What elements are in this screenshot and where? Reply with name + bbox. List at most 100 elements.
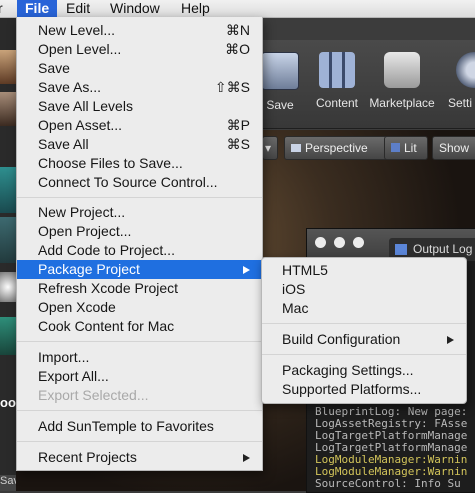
window-zoom-dot[interactable] bbox=[353, 237, 364, 248]
settings-toolbar-label: Setti bbox=[448, 96, 473, 110]
menu-item-open-project[interactable]: Open Project... bbox=[17, 222, 262, 241]
menu-item-label: Save bbox=[38, 60, 70, 76]
save-toolbar-button[interactable]: Save bbox=[260, 52, 300, 124]
submenu-item-packaging-settings[interactable]: Packaging Settings... bbox=[262, 361, 466, 380]
menu-item-shortcut: ⌘S bbox=[226, 136, 250, 152]
menu-separator bbox=[17, 341, 262, 342]
submenu-item-build-configuration[interactable]: Build Configuration bbox=[262, 330, 466, 349]
menubar-item-window[interactable]: Window bbox=[102, 0, 168, 17]
window-close-dot[interactable] bbox=[315, 237, 326, 248]
menu-item-open-level[interactable]: Open Level... ⌘O bbox=[17, 40, 262, 59]
menubar-item-file[interactable]: File bbox=[17, 0, 58, 17]
marketplace-toolbar-button[interactable]: Marketplace bbox=[366, 52, 438, 124]
menu-item-label: Save All Levels bbox=[38, 98, 133, 114]
menu-item-label: Import... bbox=[38, 349, 90, 365]
menu-item-connect-source-control[interactable]: Connect To Source Control... bbox=[17, 173, 262, 192]
menu-item-label: Add SunTemple to Favorites bbox=[38, 418, 214, 434]
menu-separator bbox=[17, 410, 262, 411]
menu-item-save[interactable]: Save bbox=[17, 59, 262, 78]
menu-item-label: Save As... bbox=[38, 79, 102, 95]
perspective-icon bbox=[291, 144, 301, 152]
menubar-item-help[interactable]: Help bbox=[173, 0, 218, 17]
menu-item-save-as[interactable]: Save As... ⇧⌘S bbox=[17, 78, 262, 97]
menu-item-label: Refresh Xcode Project bbox=[38, 280, 179, 296]
menu-item-save-all[interactable]: Save All ⌘S bbox=[17, 135, 262, 154]
lit-label: Lit bbox=[404, 141, 417, 155]
left-panel-strip: oon Sav bbox=[0, 17, 16, 491]
submenu-item-html5[interactable]: HTML5 bbox=[262, 261, 466, 280]
submenu-arrow-icon bbox=[447, 336, 454, 344]
submenu-item-label: Supported Platforms... bbox=[282, 381, 422, 397]
menu-separator bbox=[262, 354, 466, 355]
left-panel-thumb-2[interactable] bbox=[0, 92, 16, 126]
viewport-options-dropdown[interactable]: ▾ bbox=[262, 136, 278, 160]
gear-icon bbox=[456, 52, 475, 88]
menu-item-add-code[interactable]: Add Code to Project... bbox=[17, 241, 262, 260]
menu-item-import[interactable]: Import... bbox=[17, 348, 262, 367]
menu-item-label: Open Xcode bbox=[38, 299, 116, 315]
submenu-item-ios[interactable]: iOS bbox=[262, 280, 466, 299]
show-button[interactable]: Show bbox=[432, 136, 475, 160]
menu-separator bbox=[17, 441, 262, 442]
menu-item-new-project[interactable]: New Project... bbox=[17, 203, 262, 222]
left-panel-thumb-4[interactable] bbox=[0, 217, 16, 263]
menu-item-label: Connect To Source Control... bbox=[38, 174, 218, 190]
menu-separator bbox=[262, 323, 466, 324]
menu-item-shortcut: ⌘O bbox=[225, 41, 250, 57]
settings-toolbar-button[interactable]: Setti bbox=[448, 52, 475, 124]
content-grid-icon bbox=[319, 52, 355, 88]
left-panel-label-2: Sav bbox=[0, 475, 16, 491]
menu-item-label: Add Code to Project... bbox=[38, 242, 175, 258]
save-toolbar-label: Save bbox=[266, 98, 294, 112]
menu-item-package-project[interactable]: Package Project bbox=[17, 260, 262, 279]
submenu-item-mac[interactable]: Mac bbox=[262, 299, 466, 318]
perspective-button[interactable]: Perspective bbox=[284, 136, 388, 160]
menu-item-add-to-favorites[interactable]: Add SunTemple to Favorites bbox=[17, 417, 262, 436]
chevron-down-icon: ▾ bbox=[265, 141, 272, 155]
shopping-bag-icon bbox=[384, 52, 420, 88]
menu-item-label: Open Project... bbox=[38, 223, 132, 239]
menu-item-export-all[interactable]: Export All... bbox=[17, 367, 262, 386]
submenu-item-supported-platforms[interactable]: Supported Platforms... bbox=[262, 380, 466, 399]
menu-item-shortcut: ⌘P bbox=[226, 117, 250, 133]
menu-item-label: Cook Content for Mac bbox=[38, 318, 175, 334]
marketplace-toolbar-label: Marketplace bbox=[369, 96, 435, 110]
log-line: SourceControl: Info Su bbox=[315, 477, 461, 490]
submenu-arrow-icon bbox=[243, 454, 250, 462]
content-toolbar-label: Content bbox=[315, 96, 359, 110]
lit-button[interactable]: Lit bbox=[384, 136, 428, 160]
submenu-item-label: Build Configuration bbox=[282, 331, 401, 347]
lit-cube-icon bbox=[391, 143, 400, 152]
submenu-item-label: Packaging Settings... bbox=[282, 362, 414, 378]
menu-item-shortcut: ⇧⌘S bbox=[214, 79, 250, 95]
output-log-tab-label: Output Log bbox=[413, 242, 473, 256]
menu-item-label: Export Selected... bbox=[38, 387, 149, 403]
left-panel-thumb-5[interactable] bbox=[0, 317, 16, 355]
package-project-submenu: HTML5 iOS Mac Build Configuration Packag… bbox=[261, 257, 467, 404]
floppy-disk-icon bbox=[261, 52, 299, 90]
menu-item-open-xcode[interactable]: Open Xcode bbox=[17, 298, 262, 317]
window-minimize-dot[interactable] bbox=[334, 237, 345, 248]
submenu-item-label: iOS bbox=[282, 281, 306, 297]
show-label: Show bbox=[439, 141, 470, 155]
menu-item-save-all-levels[interactable]: Save All Levels bbox=[17, 97, 262, 116]
menu-item-new-level[interactable]: New Level... ⌘N bbox=[17, 21, 262, 40]
perspective-label: Perspective bbox=[305, 141, 368, 155]
left-panel-thumb-3[interactable] bbox=[0, 167, 16, 213]
menu-item-refresh-xcode[interactable]: Refresh Xcode Project bbox=[17, 279, 262, 298]
left-panel-light-icon[interactable] bbox=[0, 272, 16, 302]
menubar-item-app[interactable]: r bbox=[0, 0, 7, 17]
menu-item-open-asset[interactable]: Open Asset... ⌘P bbox=[17, 116, 262, 135]
left-panel-thumb-1[interactable] bbox=[0, 50, 16, 84]
output-log-icon bbox=[395, 244, 407, 255]
menu-item-label: Save All bbox=[38, 136, 89, 152]
menu-item-shortcut: ⌘N bbox=[225, 22, 250, 38]
menubar-item-edit[interactable]: Edit bbox=[58, 0, 98, 17]
content-toolbar-button[interactable]: Content bbox=[310, 52, 364, 124]
menu-item-choose-files-to-save[interactable]: Choose Files to Save... bbox=[17, 154, 262, 173]
menu-item-cook-content[interactable]: Cook Content for Mac bbox=[17, 317, 262, 336]
submenu-item-label: Mac bbox=[282, 300, 309, 316]
menu-item-label: Export All... bbox=[38, 368, 109, 384]
menu-separator bbox=[17, 197, 262, 198]
menu-item-recent-projects[interactable]: Recent Projects bbox=[17, 448, 262, 467]
